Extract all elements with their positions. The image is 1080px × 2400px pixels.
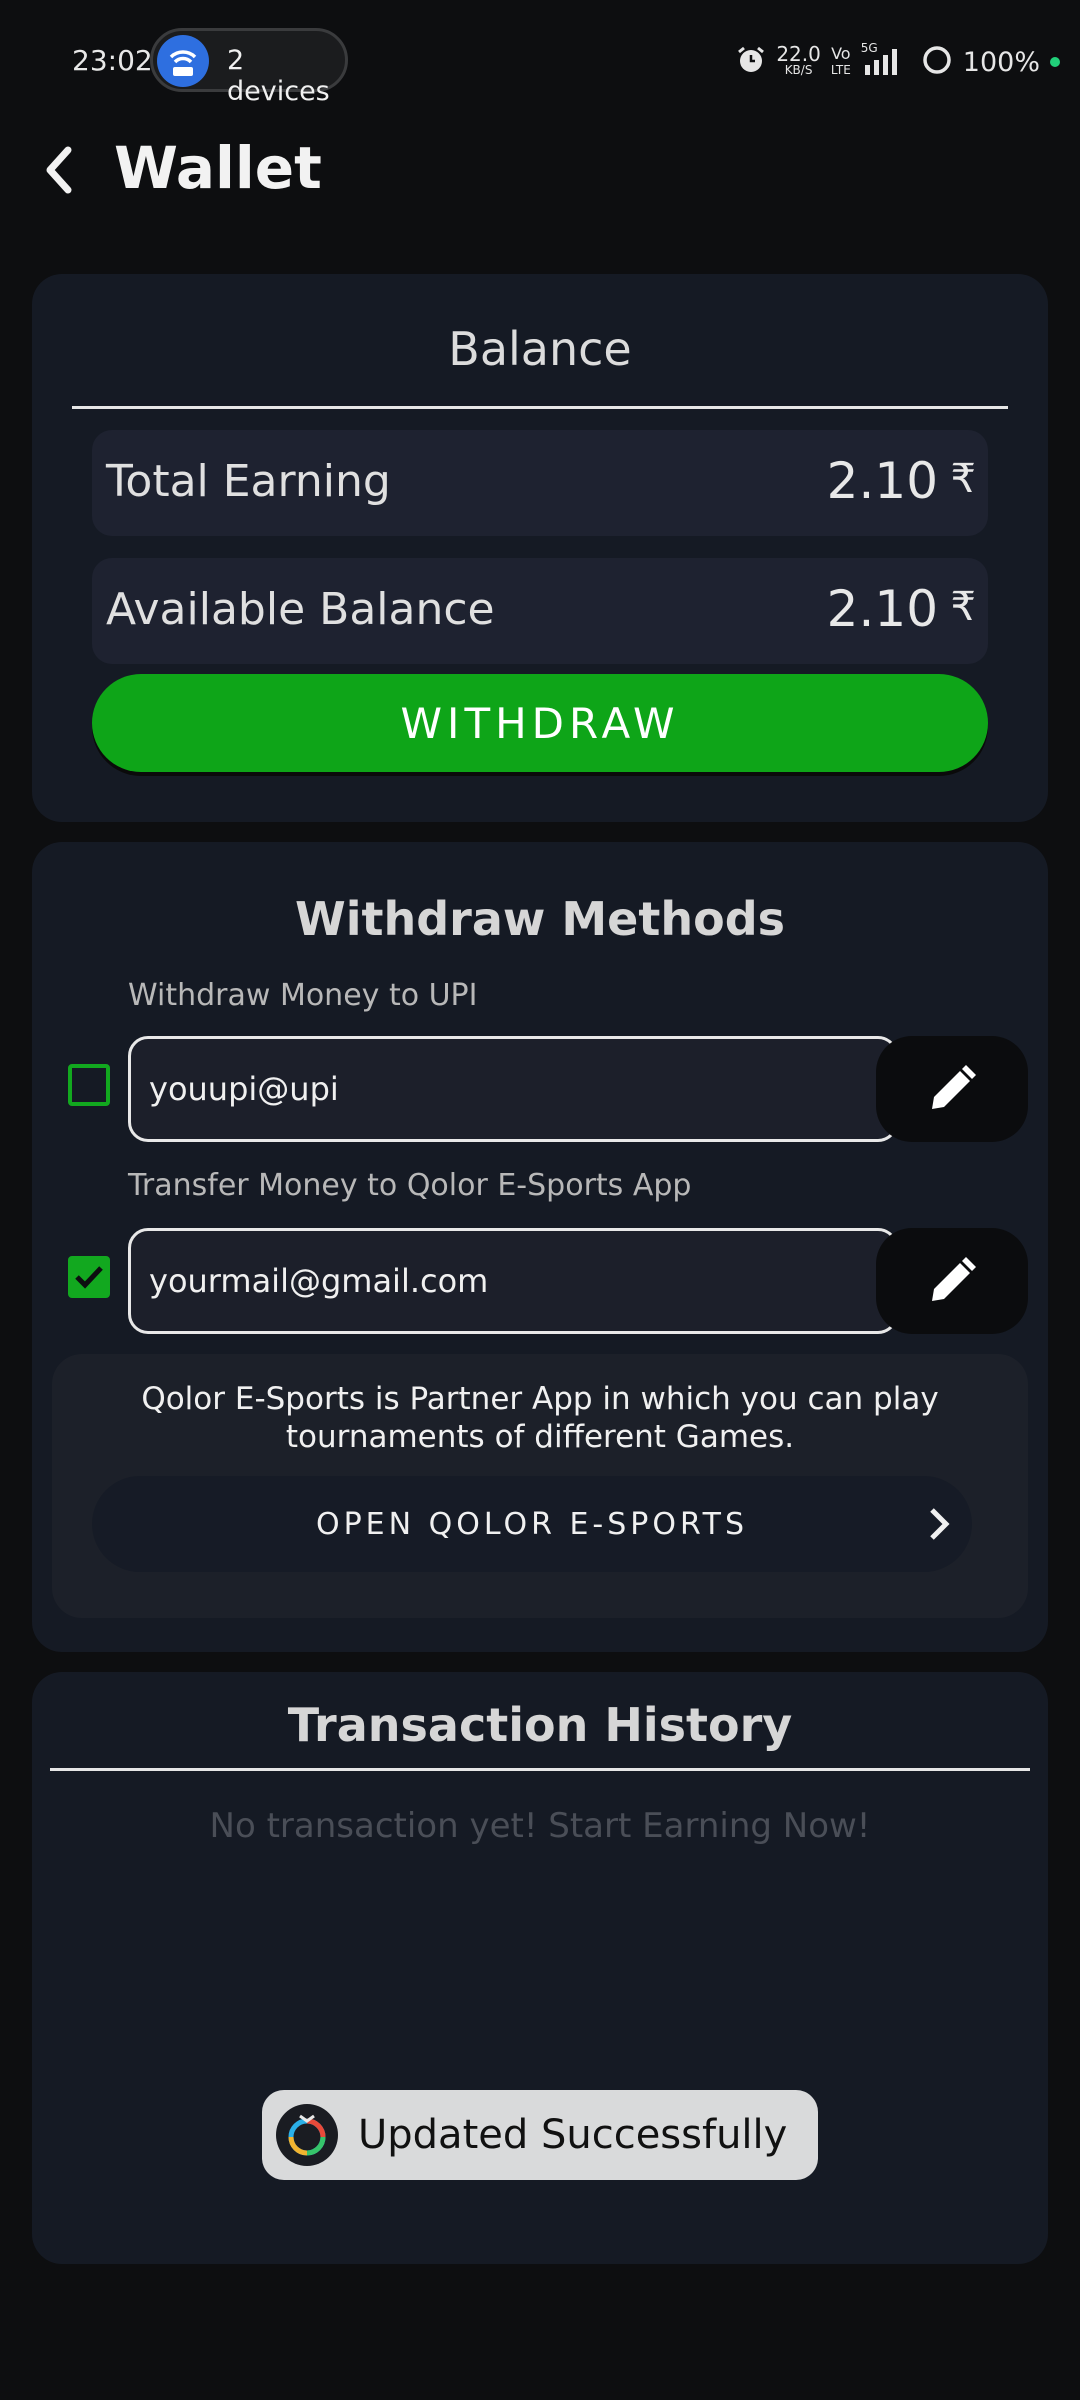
- available-balance-value: 2.10: [826, 580, 938, 638]
- app-logo-icon: [276, 2104, 338, 2166]
- volte-indicator: Vo LTE: [831, 46, 851, 78]
- status-bar: 23:02 2 devices 22.0 KB/S Vo LTE 5G 100%: [0, 0, 1080, 130]
- rupee-icon: ₹: [950, 584, 976, 630]
- balance-divider: [72, 406, 1008, 409]
- withdraw-button[interactable]: WITHDRAW: [92, 674, 988, 772]
- status-icons: 22.0 KB/S Vo LTE 5G 100%: [736, 40, 1060, 84]
- privacy-dot: [1050, 57, 1060, 67]
- status-time: 23:02: [72, 44, 153, 77]
- total-earning-value: 2.10: [826, 452, 938, 510]
- empty-history-text: No transaction yet! Start Earning Now!: [209, 1806, 871, 1846]
- rupee-icon: ₹: [950, 456, 976, 502]
- total-earning-label: Total Earning: [106, 456, 391, 507]
- available-balance-label: Available Balance: [106, 584, 495, 635]
- qolor-email-input[interactable]: [128, 1228, 898, 1334]
- hotspot-chip[interactable]: 2 devices: [150, 28, 348, 107]
- hotspot-icon: [157, 35, 209, 87]
- available-balance-row: Available Balance 2.10 ₹: [92, 558, 988, 664]
- upi-input[interactable]: [128, 1036, 898, 1142]
- withdraw-methods-card: Withdraw Methods Withdraw Money to UPI T…: [32, 842, 1048, 1652]
- balance-title: Balance: [448, 322, 632, 376]
- pencil-icon: [932, 1257, 976, 1301]
- net-speed-value: 22.0: [776, 42, 821, 66]
- partner-app-box: Qolor E-Sports is Partner App in which y…: [52, 1354, 1028, 1618]
- withdraw-methods-title: Withdraw Methods: [294, 892, 786, 946]
- open-qolor-label: OPEN QOLOR E-SPORTS: [315, 1506, 749, 1542]
- balance-card: Balance Total Earning 2.10 ₹ Available B…: [32, 274, 1048, 822]
- qolor-checkbox[interactable]: [68, 1256, 110, 1298]
- edit-upi-button[interactable]: [876, 1036, 1028, 1142]
- battery-level: 100%: [962, 46, 1040, 78]
- upi-checkbox[interactable]: [68, 1064, 110, 1106]
- back-arrow-icon[interactable]: [36, 140, 86, 200]
- hotspot-label: 2 devices: [227, 45, 330, 107]
- total-earning-row: Total Earning 2.10 ₹: [92, 430, 988, 536]
- history-divider: [50, 1768, 1030, 1771]
- partner-description: Qolor E-Sports is Partner App in which y…: [141, 1381, 939, 1455]
- toast-text: Updated Successfully: [358, 2112, 788, 2158]
- volte-bottom: LTE: [830, 63, 851, 77]
- transaction-history-title: Transaction History: [287, 1698, 793, 1752]
- net-speed: 22.0 KB/S: [776, 42, 821, 78]
- volte-top: Vo: [831, 44, 851, 63]
- pencil-icon: [932, 1065, 976, 1109]
- signal-icon: 5G: [861, 41, 911, 77]
- battery-ring-icon: [921, 44, 953, 80]
- upi-field-label: Withdraw Money to UPI: [128, 978, 478, 1013]
- chevron-right-icon: [930, 1508, 950, 1540]
- open-qolor-button[interactable]: OPEN QOLOR E-SPORTS: [92, 1476, 972, 1572]
- toast-notification: Updated Successfully: [262, 2090, 818, 2180]
- page-title: Wallet: [114, 134, 322, 202]
- edit-qolor-button[interactable]: [876, 1228, 1028, 1334]
- network-type: 5G: [860, 41, 878, 55]
- checkmark-icon: [75, 1266, 103, 1289]
- alarm-icon: [736, 45, 766, 79]
- qolor-field-label: Transfer Money to Qolor E-Sports App: [128, 1168, 692, 1203]
